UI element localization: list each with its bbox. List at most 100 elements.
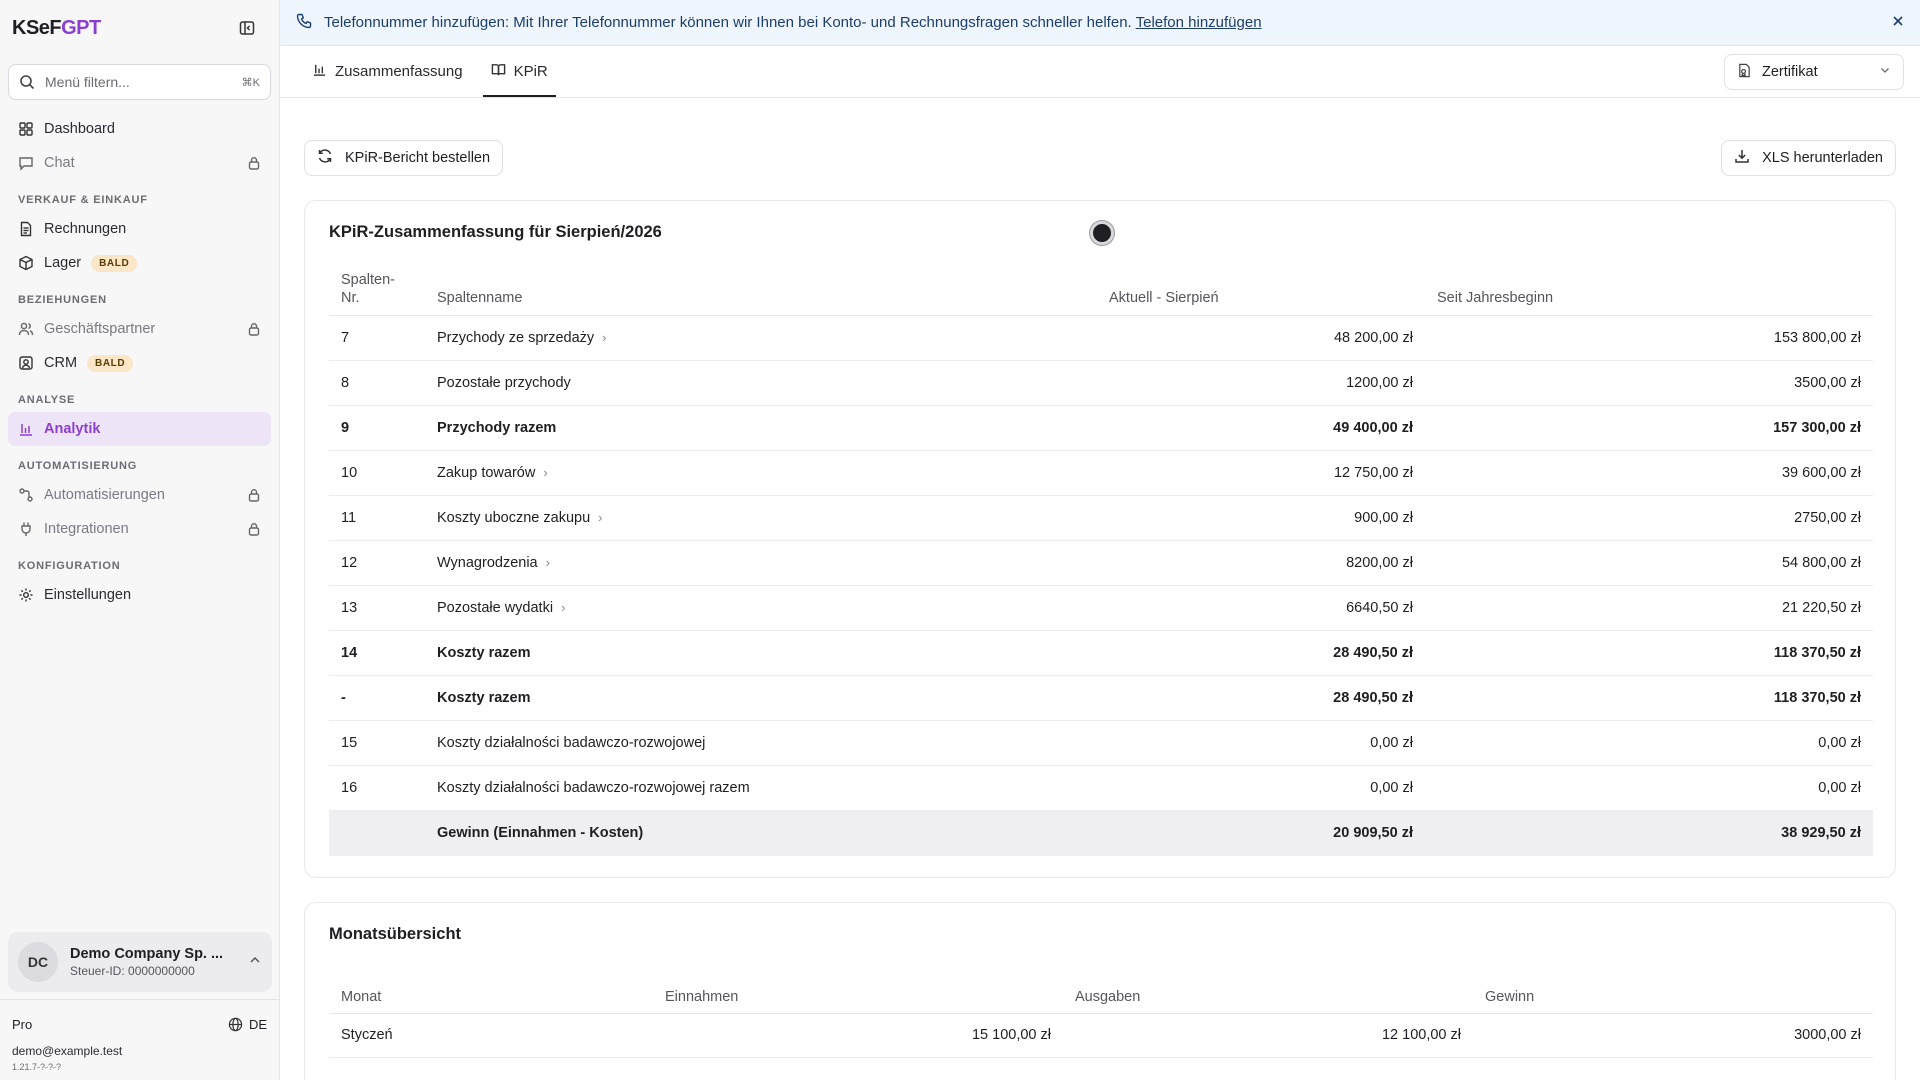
- plug-icon: [18, 521, 34, 537]
- row-name: Wynagrodzenia: [437, 555, 538, 571]
- cell-expenses: 12 100,00 zł: [1063, 1013, 1473, 1058]
- sidebar-toggle-button[interactable]: [235, 16, 259, 40]
- sidebar-item-label: Integrationen: [44, 521, 129, 537]
- row-expand-link[interactable]: Koszty uboczne zakupu ›: [437, 510, 603, 526]
- sidebar-item-crm[interactable]: CRM BALD: [8, 346, 271, 380]
- cell-current: 28 490,50 zł: [1097, 675, 1425, 721]
- cell-current: 12 750,00 zł: [1097, 450, 1425, 496]
- sidebar-item-settings[interactable]: Einstellungen: [8, 578, 271, 612]
- download-xls-button[interactable]: XLS herunterladen: [1721, 140, 1896, 176]
- tab-summary[interactable]: Zusammenfassung: [304, 47, 471, 97]
- sidebar-item-label: Lager: [44, 255, 82, 271]
- cell-ytd: 21 220,50 zł: [1425, 585, 1873, 631]
- banner-close-button[interactable]: [1892, 14, 1904, 31]
- cell-ytd: 118 370,50 zł: [1425, 630, 1873, 676]
- sidebar-item-automations[interactable]: Automatisierungen: [8, 478, 271, 512]
- row-expand-link[interactable]: Wynagrodzenia ›: [437, 555, 550, 571]
- close-icon: [1893, 16, 1903, 26]
- dashboard-icon: [18, 121, 34, 137]
- user-email: demo@example.test: [12, 1044, 123, 1058]
- cell-nr: [329, 810, 425, 856]
- kpir-summary-title: KPiR-Zusammenfassung für Sierpień/2026: [329, 223, 662, 241]
- cell-ytd: 153 800,00 zł: [1425, 315, 1873, 361]
- cell-name: Koszty razem: [425, 675, 1097, 721]
- app-version: 1.21.7-?-?-?: [12, 1062, 62, 1072]
- sidebar-item-invoices[interactable]: Rechnungen: [8, 212, 271, 246]
- cell-current: 49 400,00 zł: [1097, 405, 1425, 451]
- cell-name: Pozostałe wydatki ›: [425, 585, 1097, 631]
- sidebar-item-label: Analytik: [44, 421, 101, 437]
- sidebar-item-dashboard[interactable]: Dashboard: [8, 112, 271, 146]
- tab-label: Zusammenfassung: [335, 62, 463, 80]
- sidebar-item-business-partners[interactable]: Geschäftspartner: [8, 312, 271, 346]
- kpir-summary-card: KPiR-Zusammenfassung für Sierpień/2026 S…: [304, 200, 1896, 878]
- company-switcher[interactable]: DC Demo Company Sp. ... Steuer-ID: 00000…: [8, 932, 272, 992]
- company-meta: Demo Company Sp. ... Steuer-ID: 00000000…: [70, 946, 236, 978]
- cell-nr: 16: [329, 765, 425, 811]
- row-name: Koszty uboczne zakupu: [437, 510, 591, 526]
- main-content: Telefonnummer hinzufügen: Mit Ihrer Tele…: [280, 0, 1920, 1080]
- sidebar-item-chat[interactable]: Chat: [8, 146, 271, 180]
- company-name: Demo Company Sp. ...: [70, 946, 224, 962]
- download-icon: [1734, 148, 1750, 168]
- row-expand-link[interactable]: Pozostałe wydatki ›: [437, 600, 565, 616]
- phone-icon: [296, 13, 312, 33]
- cell-current: 900,00 zł: [1097, 495, 1425, 541]
- column-header-nr: Spalten-Nr.: [329, 271, 425, 316]
- chevron-right-icon: ›: [598, 510, 603, 525]
- cursor-indicator: [1090, 221, 1114, 245]
- plan-row: Pro DE: [12, 1017, 267, 1032]
- column-header-expenses: Ausgaben: [1063, 973, 1473, 1014]
- sidebar-item-integrations[interactable]: Integrationen: [8, 512, 271, 546]
- table-row: 7 Przychody ze sprzedaży › 48 200,00 zł 1…: [329, 315, 1873, 361]
- kpir-table: Spalten-Nr. Spaltenname Aktuell - Sierpi…: [329, 271, 1873, 856]
- cell-name: Przychody razem: [425, 405, 1097, 451]
- cell-nr: 7: [329, 315, 425, 361]
- table-row: 11 Koszty uboczne zakupu › 900,00 zł 2750…: [329, 495, 1873, 541]
- table-row: 13 Pozostałe wydatki › 6640,50 zł 21 220,…: [329, 585, 1873, 631]
- row-expand-link[interactable]: Przychody ze sprzedaży ›: [437, 330, 607, 346]
- table-row: 8 Pozostałe przychody 1200,00 zł 3500,00…: [329, 360, 1873, 406]
- table-row: 15 Koszty działalności badawczo-rozwojow…: [329, 720, 1873, 766]
- certificate-select[interactable]: Zertifikat: [1724, 54, 1904, 90]
- lock-icon: [247, 156, 261, 170]
- cell-ytd: 39 600,00 zł: [1425, 450, 1873, 496]
- sidebar-item-analytics[interactable]: Analytik: [8, 412, 271, 446]
- cell-current: 20 909,50 zł: [1097, 810, 1425, 856]
- cell-nr: 8: [329, 360, 425, 406]
- row-expand-link[interactable]: Zakup towarów ›: [437, 465, 548, 481]
- nav-heading-automation: AUTOMATISIERUNG: [18, 460, 138, 472]
- kpir-header-row: Spalten-Nr. Spaltenname Aktuell - Sierpi…: [329, 271, 1873, 316]
- tab-kpir[interactable]: KPiR: [482, 47, 556, 97]
- tab-label: KPiR: [513, 62, 548, 80]
- cell-nr: 11: [329, 495, 425, 541]
- cell-current: 1200,00 zł: [1097, 360, 1425, 406]
- add-phone-link[interactable]: Telefon hinzufügen: [1136, 14, 1262, 31]
- menu-filter: ⌘K: [8, 64, 271, 100]
- sidebar-item-stock[interactable]: Lager BALD: [8, 246, 271, 280]
- globe-icon: [228, 1017, 243, 1032]
- cell-current: 8200,00 zł: [1097, 540, 1425, 586]
- cell-ytd: 0,00 zł: [1425, 720, 1873, 766]
- brand-row: KSeFGPT: [0, 0, 279, 56]
- app-logo[interactable]: KSeFGPT: [12, 17, 101, 40]
- table-row: 16 Koszty działalności badawczo-rozwojow…: [329, 765, 1873, 811]
- nav-heading-sales: VERKAUF & EINKAUF: [18, 194, 148, 206]
- chevron-right-icon: ›: [602, 330, 607, 345]
- nav-top: Dashboard Chat VERKAUF & EINKAUF Rechnun…: [0, 112, 279, 612]
- phone-banner: Telefonnummer hinzufügen: Mit Ihrer Tele…: [280, 0, 1920, 46]
- menu-filter-input[interactable]: [45, 74, 232, 90]
- order-kpir-report-button[interactable]: KPiR-Bericht bestellen: [304, 140, 504, 176]
- gear-icon: [18, 587, 34, 603]
- sidebar-item-label: Einstellungen: [44, 587, 132, 603]
- language-switcher[interactable]: DE: [228, 1017, 267, 1032]
- cell-nr: -: [329, 675, 425, 721]
- cell-ytd: 118 370,50 zł: [1425, 675, 1873, 721]
- certificate-select-value: Zertifikat: [1762, 64, 1818, 80]
- workflow-icon: [18, 487, 34, 503]
- company-tax-id: Steuer-ID: 0000000000: [70, 964, 195, 978]
- sidebar-item-label: Automatisierungen: [44, 487, 165, 503]
- cell-ytd: 157 300,00 zł: [1425, 405, 1873, 451]
- column-header-name: Spaltenname: [425, 271, 1097, 316]
- certificate-icon: [1737, 63, 1752, 82]
